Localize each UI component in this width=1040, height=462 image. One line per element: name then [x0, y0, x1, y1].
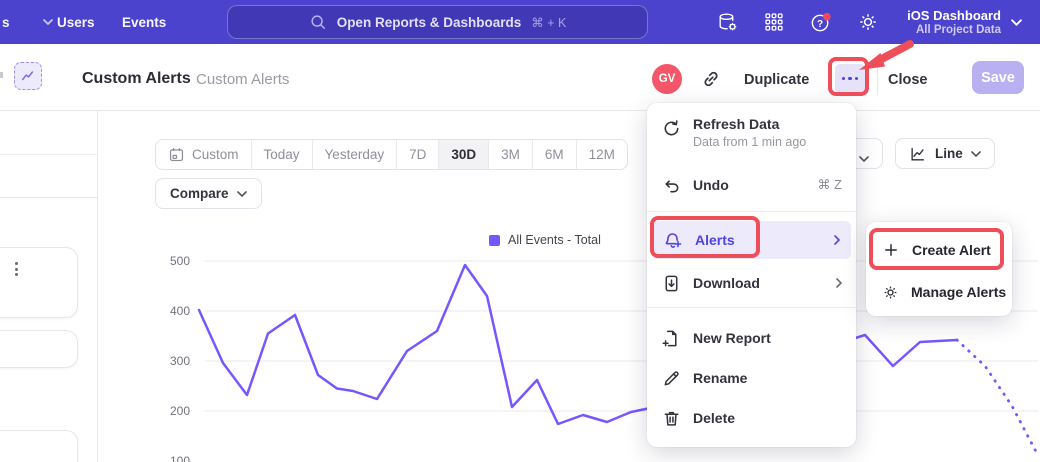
- chevron-down-icon: [43, 19, 53, 25]
- apps-grid-icon[interactable]: [762, 10, 786, 34]
- plus-icon: [882, 241, 900, 259]
- menu-item-undo[interactable]: Undo ⌘ Z: [647, 167, 856, 203]
- date-range-control: Custom Today Yesterday 7D 30D 3M 6M 12M: [155, 139, 628, 170]
- data-management-icon[interactable]: [715, 10, 739, 34]
- settings-gear-icon[interactable]: [856, 10, 880, 34]
- line-chart-icon: [20, 68, 36, 84]
- project-switcher[interactable]: iOS Dashboard All Project Data: [907, 0, 1022, 44]
- divider: [647, 211, 856, 212]
- clipped-element: [0, 72, 3, 78]
- compare-button[interactable]: Compare: [155, 178, 262, 209]
- svg-text:300: 300: [170, 354, 190, 368]
- breadcrumb: Custom Alerts: [196, 71, 289, 88]
- link-icon: [701, 69, 721, 89]
- svg-text:400: 400: [170, 304, 190, 318]
- gear-icon: [882, 283, 899, 301]
- refresh-status: Data from 1 min ago: [693, 135, 806, 149]
- legend-swatch: [489, 235, 500, 246]
- metric-card[interactable]: [0, 247, 78, 318]
- refresh-icon: [661, 118, 681, 138]
- more-options-button[interactable]: [835, 64, 865, 93]
- chart-type-button[interactable]: Line: [895, 138, 995, 169]
- nav-item-truncated-label: s: [2, 15, 10, 30]
- undo-shortcut: ⌘ Z: [817, 177, 842, 193]
- range-custom[interactable]: Custom: [156, 140, 251, 169]
- submenu-item-create-alert[interactable]: Create Alert: [866, 230, 1012, 270]
- left-rail: [0, 111, 98, 462]
- search-placeholder: Open Reports & Dashboards: [337, 15, 522, 30]
- chevron-right-icon: [836, 278, 842, 288]
- bell-plus-icon: [663, 230, 683, 250]
- kebab-menu-icon[interactable]: [9, 258, 23, 280]
- chevron-right-icon: [834, 235, 840, 245]
- menu-item-refresh-data[interactable]: Refresh Data Data from 1 min ago: [647, 111, 856, 159]
- nav-item-truncated[interactable]: s: [2, 0, 53, 44]
- range-12m[interactable]: 12M: [576, 140, 627, 169]
- metric-card[interactable]: [0, 330, 78, 368]
- page-title: Custom Alerts: [82, 70, 191, 88]
- alerts-submenu: Create Alert Manage Alerts: [866, 222, 1012, 316]
- divider: [0, 154, 98, 155]
- save-button[interactable]: Save: [972, 61, 1024, 94]
- notification-dot: [823, 12, 831, 20]
- app-window: s Users Events Open Reports & Dashboards…: [0, 0, 1040, 462]
- divider: [0, 197, 98, 198]
- help-icon[interactable]: ?: [809, 10, 833, 34]
- nav-item-events[interactable]: Events: [122, 0, 166, 44]
- context-menu: Refresh Data Data from 1 min ago Undo ⌘ …: [647, 103, 856, 447]
- new-report-icon: [661, 328, 681, 348]
- menu-item-download[interactable]: Download: [647, 265, 856, 301]
- project-name: iOS Dashboard: [907, 8, 1001, 23]
- range-3m[interactable]: 3M: [488, 140, 532, 169]
- divider: [877, 63, 878, 95]
- close-button[interactable]: Close: [888, 72, 928, 88]
- range-today[interactable]: Today: [251, 140, 312, 169]
- svg-text:?: ?: [817, 18, 823, 29]
- menu-item-delete[interactable]: Delete: [647, 399, 856, 437]
- range-7d[interactable]: 7D: [396, 140, 438, 169]
- range-yesterday[interactable]: Yesterday: [312, 140, 397, 169]
- download-icon: [661, 273, 681, 293]
- divider: [647, 307, 856, 308]
- report-type-icon: [14, 62, 42, 90]
- submenu-item-manage-alerts[interactable]: Manage Alerts: [866, 272, 1012, 312]
- search-input[interactable]: Open Reports & Dashboards ⌘ + K: [227, 5, 648, 39]
- svg-text:100: 100: [170, 454, 190, 462]
- svg-text:500: 500: [170, 254, 190, 268]
- duplicate-button[interactable]: Duplicate: [744, 72, 809, 88]
- share-link-button[interactable]: [701, 69, 721, 89]
- search-shortcut: ⌘ + K: [531, 15, 566, 30]
- ellipsis-icon: [842, 77, 846, 81]
- project-scope: All Project Data: [907, 23, 1001, 37]
- menu-item-alerts[interactable]: Alerts: [652, 221, 851, 259]
- menu-item-rename[interactable]: Rename: [647, 359, 856, 397]
- avatar[interactable]: GV: [652, 64, 682, 94]
- trash-icon: [661, 408, 681, 428]
- pencil-icon: [661, 368, 681, 388]
- report-header: Custom Alerts Custom Alerts GV Duplicate…: [0, 44, 1040, 111]
- menu-item-new-report[interactable]: New Report: [647, 319, 856, 357]
- line-chart-icon: [909, 145, 927, 163]
- chevron-down-icon: [859, 156, 869, 162]
- range-6m[interactable]: 6M: [532, 140, 576, 169]
- range-30d-selected[interactable]: 30D: [438, 140, 488, 169]
- search-icon: [309, 13, 327, 31]
- undo-icon: [661, 175, 681, 195]
- legend-label: All Events - Total: [508, 233, 601, 247]
- chevron-down-icon: [971, 151, 981, 157]
- top-nav: s Users Events Open Reports & Dashboards…: [0, 0, 1040, 44]
- svg-text:200: 200: [170, 404, 190, 418]
- nav-item-users[interactable]: Users: [57, 0, 95, 44]
- chevron-down-icon: [237, 191, 247, 197]
- metric-card[interactable]: [0, 430, 78, 462]
- chevron-down-icon: [1011, 19, 1022, 26]
- calendar-icon: [168, 146, 185, 163]
- legend-item[interactable]: All Events - Total: [489, 233, 601, 247]
